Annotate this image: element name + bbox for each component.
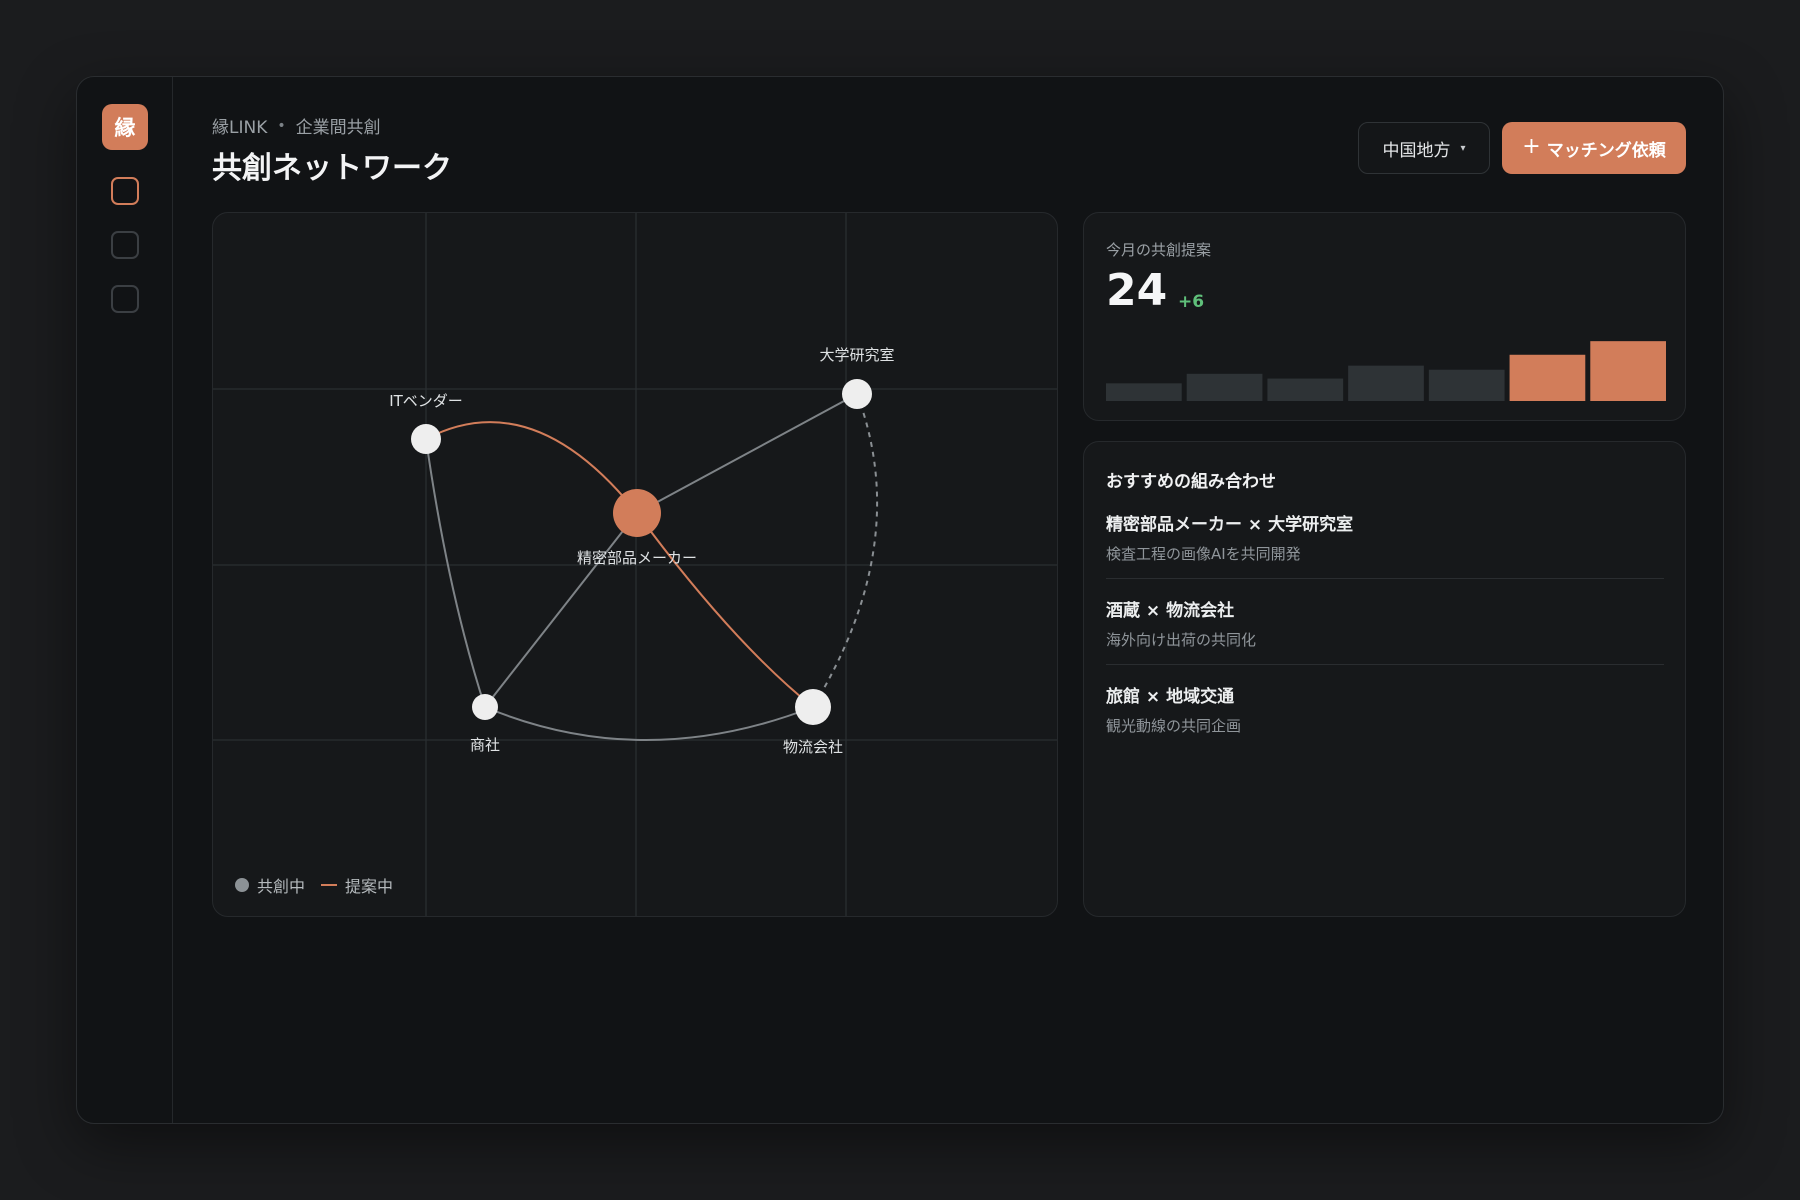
node-label: 物流会社 [783,738,843,756]
node-circle[interactable] [842,379,872,409]
recommendation-item[interactable]: 精密部品メーカー × 大学研究室 検査工程の画像AIを共同開発 [1106,510,1664,579]
legend-active-swatch [235,878,249,892]
recommendation-desc: 海外向け出荷の共同化 [1106,631,1257,649]
recommendation-desc: 観光動線の共同企画 [1106,717,1242,735]
proposals-value: 24 [1106,265,1168,316]
proposals-bar [1509,354,1586,401]
legend-active-label: 共創中 [257,877,306,896]
network-legend: 共創中 提案中 [235,873,393,897]
node-label: 商社 [470,736,500,754]
network-node-maker[interactable]: 精密部品メーカー [577,489,697,567]
node-label: 大学研究室 [819,346,894,364]
network-edge-candidate[interactable] [812,393,879,708]
matching-request-label: マッチング依頼 [1546,140,1666,161]
legend-proposed-label: 提案中 [345,877,394,896]
breadcrumb-separator: • [277,117,286,134]
rail-nav-item-3[interactable] [111,285,139,313]
app-window: 縁 縁LINK • 企業間共創 共創ネットワーク 中国地方 ▾ + マッチング依… [76,76,1724,1124]
network-node-logistics[interactable]: 物流会社 [783,689,843,756]
proposals-bar [1348,365,1424,401]
network-node-trading[interactable]: 商社 [470,694,500,754]
recommendation-pair: 旅館 × 地域交通 [1106,687,1235,707]
page-title: 共創ネットワーク [212,151,452,186]
proposals-bar [1267,378,1344,401]
node-circle[interactable] [613,489,661,537]
region-select-label: 中国地方 [1382,140,1451,161]
region-select[interactable]: 中国地方 ▾ [1358,122,1490,174]
matching-request-button[interactable]: + マッチング依頼 [1502,122,1686,174]
node-circle[interactable] [411,424,441,454]
app-logo[interactable]: 縁 [102,104,148,150]
node-circle[interactable] [472,694,498,720]
recommendation-desc: 検査工程の画像AIを共同開発 [1106,545,1301,563]
recommendations-title: おすすめの組み合わせ [1106,472,1276,492]
proposals-bar-chart [1106,341,1666,401]
node-label: 精密部品メーカー [577,549,697,567]
chevron-down-icon: ▾ [1460,142,1466,154]
network-graph: 精密部品メーカー 大学研究室 ITベンダー商社 物流会社 [213,213,1057,916]
breadcrumb-section[interactable]: 企業間共創 [296,113,381,138]
network-edge-active[interactable] [484,512,638,708]
breadcrumb-app[interactable]: 縁LINK [212,113,267,138]
network-edge-active[interactable] [636,393,858,514]
proposals-bar [1428,369,1505,401]
proposals-label: 今月の共創提案 [1106,241,1212,259]
recommendation-pair: 精密部品メーカー × 大学研究室 [1106,515,1354,535]
network-edge-active[interactable] [425,438,486,708]
recommendation-item[interactable]: 酒蔵 × 物流会社 海外向け出荷の共同化 [1106,596,1664,665]
proposals-delta: +6 [1178,292,1205,312]
network-panel: 精密部品メーカー 大学研究室 ITベンダー商社 物流会社 共創中 提案中 [212,212,1058,917]
recommendations-card: おすすめの組み合わせ 精密部品メーカー × 大学研究室 検査工程の画像AIを共同… [1083,441,1686,917]
plus-icon: + [1522,134,1541,159]
monthly-proposals-card: 今月の共創提案 24 +6 [1083,212,1686,421]
network-edge-proposed[interactable] [425,421,638,514]
network-edge-active[interactable] [484,706,814,741]
rail-nav-item-2[interactable] [111,231,139,259]
node-circle[interactable] [795,689,831,725]
proposals-bar [1186,373,1263,401]
network-node-lab[interactable]: 大学研究室 [819,346,895,409]
recommendation-item[interactable]: 旅館 × 地域交通 観光動線の共同企画 [1106,682,1664,736]
breadcrumb: 縁LINK • 企業間共創 [212,113,381,139]
recommendation-pair: 酒蔵 × 物流会社 [1106,601,1235,621]
node-label: ITベンダー [389,392,463,410]
proposals-bar [1106,383,1182,401]
network-edge-proposed[interactable] [636,512,814,708]
side-rail: 縁 [77,77,173,1123]
proposals-bar [1590,341,1666,401]
rail-nav-item-1[interactable] [111,177,139,205]
legend-proposed-swatch [321,884,338,886]
